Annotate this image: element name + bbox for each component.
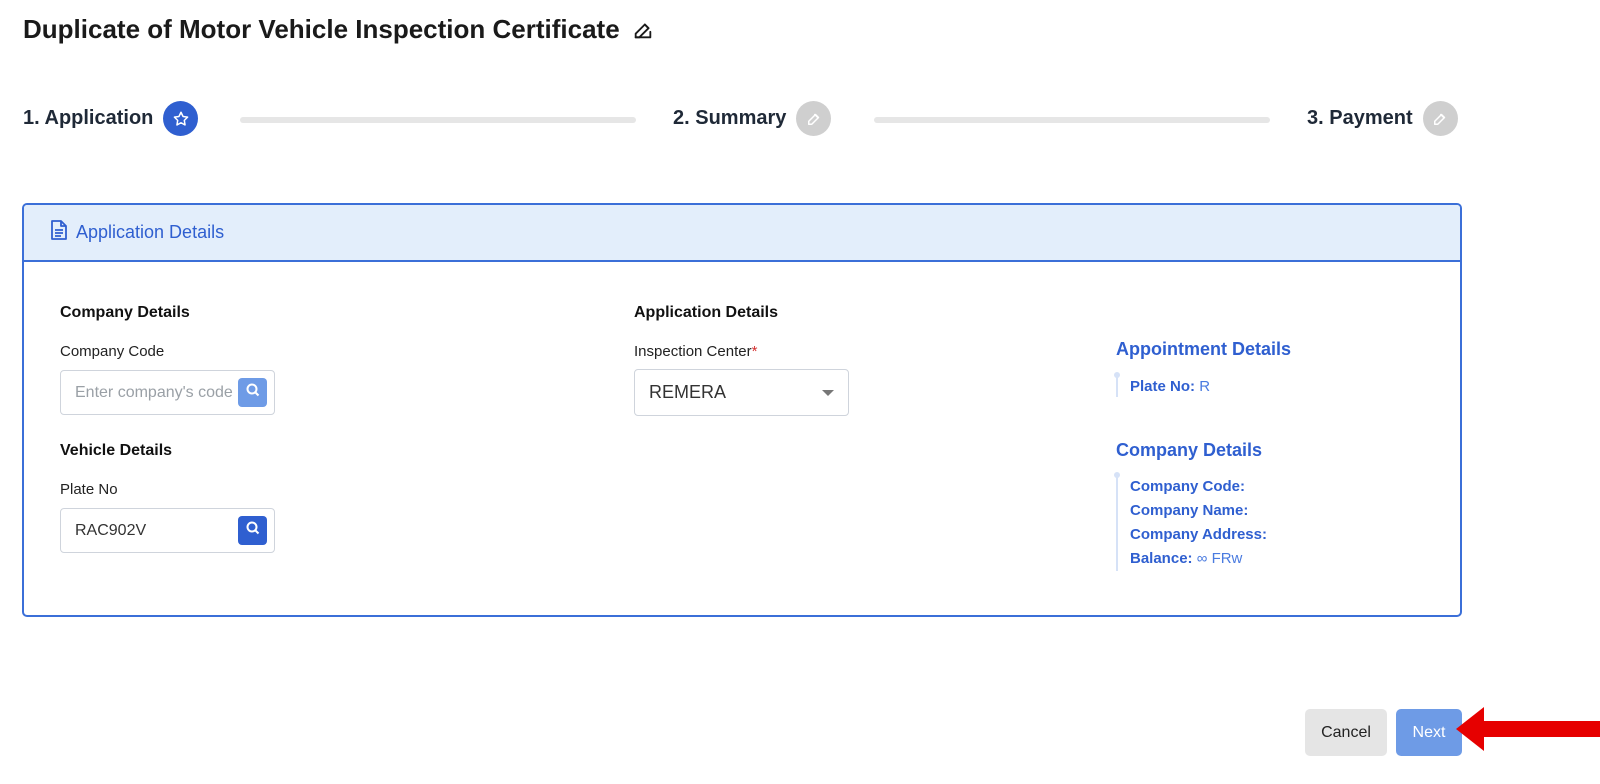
company-code-label: Company Code <box>60 343 165 360</box>
card-header: Application Details <box>24 205 1460 262</box>
company-code-row: Company Code: <box>1130 478 1246 495</box>
inspection-center-value: REMERA <box>649 382 727 402</box>
timeline-dot <box>1114 472 1120 478</box>
application-details-card: Application Details Company Details Comp… <box>22 203 1462 617</box>
vehicle-details-heading: Vehicle Details <box>60 442 173 459</box>
company-address-row: Company Address: <box>1130 526 1267 543</box>
plate-no-input[interactable] <box>75 521 235 540</box>
card-header-title: Application Details <box>76 222 225 242</box>
timeline-dot <box>1114 372 1120 378</box>
company-name-row: Company Name: <box>1130 502 1249 519</box>
red-arrow-annotation <box>1456 707 1600 751</box>
step-connector <box>874 117 1270 123</box>
company-details-heading: Company Details <box>60 304 190 321</box>
star-icon <box>163 101 199 136</box>
plate-no-label: Plate No <box>60 481 118 498</box>
application-details-heading: Application Details <box>634 304 779 321</box>
company-code-input[interactable] <box>75 383 235 402</box>
inspection-center-select[interactable]: REMERA <box>634 369 849 416</box>
appointment-plate-label: Plate No: <box>1130 378 1196 395</box>
plate-no-field <box>60 508 275 553</box>
balance-label: Balance: <box>1130 550 1193 567</box>
page-title-text: Duplicate of Motor Vehicle Inspection Ce… <box>23 14 620 44</box>
page-title: Duplicate of Motor Vehicle Inspection Ce… <box>23 14 654 45</box>
company-details-summary-heading: Company Details <box>1116 440 1263 460</box>
step-payment[interactable]: 3. Payment <box>1307 101 1458 136</box>
company-search-button[interactable] <box>238 378 267 407</box>
edit-icon[interactable] <box>632 19 654 41</box>
company-code-field <box>60 370 275 415</box>
inspection-center-label: Inspection Center* <box>634 343 757 360</box>
appointment-details-heading: Appointment Details <box>1116 339 1292 359</box>
cancel-button[interactable]: Cancel <box>1305 709 1387 756</box>
progress-stepper: 1. Application 2. Summary 3. Payment <box>23 101 1463 139</box>
required-mark: * <box>751 343 758 360</box>
appointment-plate-row: Plate No: R <box>1130 375 1210 399</box>
document-icon <box>50 220 68 245</box>
step-application[interactable]: 1. Application <box>23 101 199 136</box>
edit-icon <box>796 101 832 136</box>
plate-search-button[interactable] <box>238 516 267 545</box>
appointment-plate-value: R <box>1199 378 1211 395</box>
next-button[interactable]: Next <box>1396 709 1462 756</box>
chevron-down-icon <box>822 390 834 396</box>
step-label: 3. Payment <box>1307 107 1413 129</box>
step-connector <box>240 117 636 123</box>
inspection-center-label-text: Inspection Center <box>634 343 752 360</box>
search-icon <box>245 382 261 403</box>
balance-value: ∞ FRw <box>1196 550 1243 567</box>
step-label: 1. Application <box>23 107 154 129</box>
edit-icon <box>1422 101 1458 136</box>
appointment-details-list: Plate No: R <box>1114 372 1210 399</box>
step-label: 2. Summary <box>673 107 787 129</box>
company-details-list: Company Code: Company Name: Company Addr… <box>1114 472 1267 571</box>
search-icon <box>245 520 261 541</box>
balance-row: Balance: ∞ FRw <box>1130 547 1267 571</box>
step-summary[interactable]: 2. Summary <box>673 101 832 136</box>
